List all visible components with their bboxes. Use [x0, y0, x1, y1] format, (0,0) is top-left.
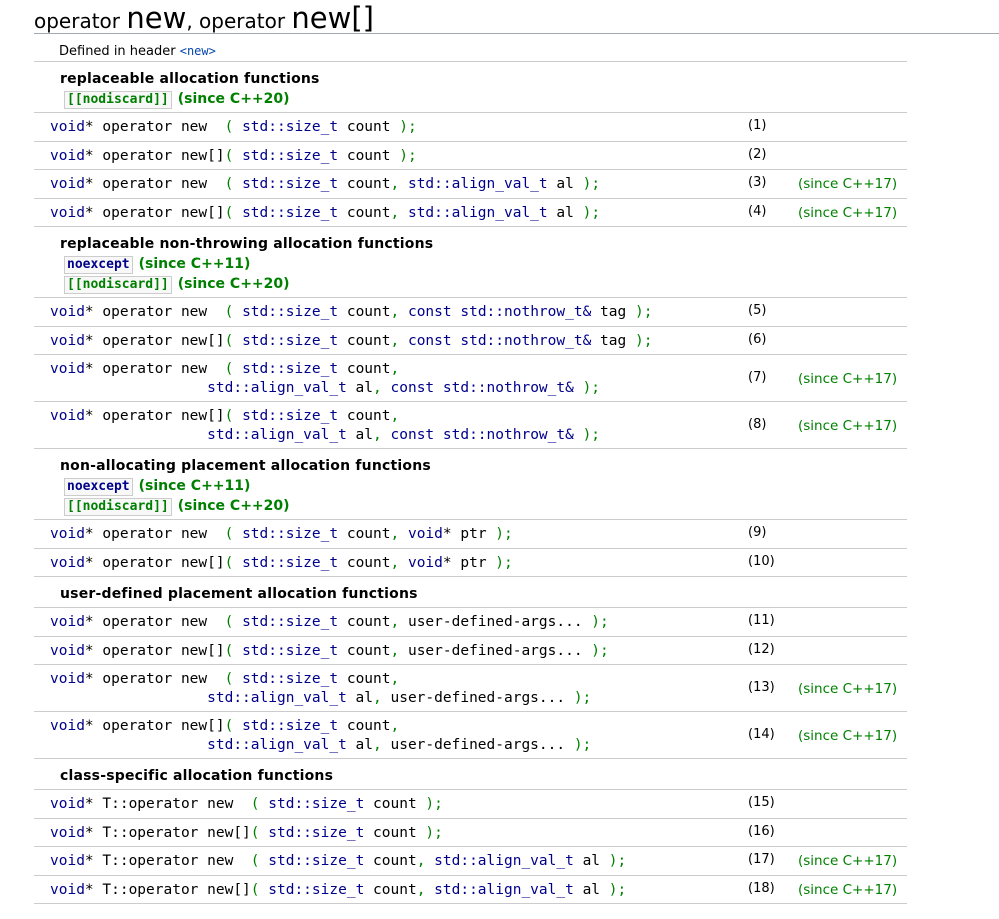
- decl-since: (since C++17): [798, 204, 898, 221]
- decl-number: (7): [748, 370, 767, 385]
- attr-line: [[nodiscard]] (since C++20): [60, 496, 907, 516]
- decl-since: (since C++17): [798, 371, 898, 387]
- decl-number: (6): [748, 331, 767, 347]
- decl-row: void* operator new ( std::size_t count, …: [34, 665, 907, 712]
- decl-code: void* operator new ( std::size_t count )…: [50, 119, 417, 135]
- decl-number: (15): [748, 795, 775, 810]
- attr-line: noexcept (since C++11): [60, 254, 907, 274]
- decl-row: void* operator new[]( std::size_t count,…: [34, 712, 907, 759]
- decl-number: (18): [748, 880, 775, 896]
- decl-row: void* operator new[]( std::size_t count …: [34, 142, 907, 170]
- decl-row: void* operator new ( std::size_t count, …: [34, 298, 907, 327]
- decl-number: (11): [748, 613, 775, 628]
- attr-since: (since C++20): [177, 498, 290, 514]
- title-divider: [34, 33, 999, 34]
- decl-row: void* operator new ( std::size_t count, …: [34, 170, 907, 199]
- decl-number: (4): [748, 203, 767, 219]
- decl-code: void* operator new[]( std::size_t count,…: [50, 642, 609, 659]
- decl-since: (since C++17): [798, 881, 898, 898]
- decl-number: (1): [748, 118, 767, 133]
- decl-number: (12): [748, 641, 775, 657]
- decl-code: void* T::operator new ( std::size_t coun…: [50, 853, 627, 869]
- decl-row: void* operator new[]( std::size_t count,…: [34, 402, 907, 449]
- section-title: replaceable allocation functions: [60, 71, 320, 87]
- attr-nodiscard[interactable]: [[nodiscard]]: [64, 498, 172, 516]
- decl-code: void* operator new ( std::size_t count, …: [50, 304, 653, 320]
- decl-row: void* operator new ( std::size_t count, …: [34, 355, 907, 402]
- decl-since: (since C++17): [798, 176, 898, 192]
- title-part4: new[]: [291, 1, 374, 35]
- attr-line: [[nodiscard]] (since C++20): [60, 89, 907, 109]
- section-replaceable: replaceable allocation functions [[nodis…: [34, 62, 907, 113]
- decl-row: void* operator new ( std::size_t count, …: [34, 608, 907, 637]
- decl-row: void* T::operator new[]( std::size_t cou…: [34, 876, 907, 904]
- decl-row: void* operator new[]( std::size_t count,…: [34, 327, 907, 355]
- decl-code: void* operator new[]( std::size_t count,…: [50, 332, 653, 349]
- decl-row: void* T::operator new[]( std::size_t cou…: [34, 819, 907, 847]
- decl-code: void* operator new[]( std::size_t count,…: [50, 204, 601, 221]
- section-placement: non-allocating placement allocation func…: [34, 449, 907, 520]
- attr-line: noexcept (since C++11): [60, 476, 907, 496]
- decl-row: void* operator new ( std::size_t count )…: [34, 113, 907, 142]
- decl-row: void* operator new[]( std::size_t count,…: [34, 549, 907, 577]
- decl-code: void* operator new ( std::size_t count, …: [50, 671, 592, 706]
- decl-code: void* operator new[]( std::size_t count …: [50, 147, 417, 164]
- decl-number: (16): [748, 823, 775, 839]
- section-class-specific: class-specific allocation functions: [34, 759, 907, 790]
- title-part3: , operator: [186, 9, 292, 33]
- decl-code: void* operator new[]( std::size_t count,…: [50, 554, 513, 571]
- attr-since: (since C++11): [138, 256, 251, 272]
- title-part1: operator: [34, 9, 127, 33]
- decl-number: (17): [748, 852, 775, 867]
- decl-row: void* T::operator new ( std::size_t coun…: [34, 847, 907, 876]
- decl-number: (9): [748, 525, 767, 540]
- attr-nodiscard[interactable]: [[nodiscard]]: [64, 276, 172, 294]
- attr-noexcept[interactable]: noexcept: [64, 256, 133, 274]
- attr-noexcept[interactable]: noexcept: [64, 478, 133, 496]
- section-title: user-defined placement allocation functi…: [60, 586, 418, 602]
- section-non-throwing: replaceable non-throwing allocation func…: [34, 227, 907, 298]
- decl-code: void* operator new ( std::size_t count, …: [50, 176, 601, 192]
- decl-code: void* operator new ( std::size_t count, …: [50, 614, 609, 630]
- decl-since: (since C++17): [798, 853, 898, 869]
- declaration-table: Defined in header <new> replaceable allo…: [34, 41, 907, 904]
- title-part2: new: [126, 1, 187, 35]
- decl-number: (8): [748, 417, 767, 432]
- decl-since: (since C++17): [798, 681, 898, 697]
- decl-code: void* T::operator new ( std::size_t coun…: [50, 796, 443, 812]
- decl-code: void* operator new ( std::size_t count, …: [50, 361, 601, 396]
- attr-since: (since C++20): [177, 91, 290, 107]
- decl-code: void* T::operator new[]( std::size_t cou…: [50, 881, 627, 898]
- decl-number: (3): [748, 175, 767, 190]
- decl-row: void* operator new ( std::size_t count, …: [34, 520, 907, 549]
- page-title: operator new, operator new[]: [34, 0, 374, 41]
- decl-code: void* operator new[]( std::size_t count,…: [50, 408, 601, 443]
- decl-number: (13): [748, 680, 775, 695]
- attr-since: (since C++11): [138, 478, 251, 494]
- decl-code: void* T::operator new[]( std::size_t cou…: [50, 824, 443, 841]
- section-title: non-allocating placement allocation func…: [60, 458, 431, 474]
- section-title: class-specific allocation functions: [60, 768, 334, 784]
- header-label: Defined in header: [59, 44, 180, 59]
- decl-number: (2): [748, 146, 767, 162]
- decl-number: (10): [748, 553, 775, 569]
- decl-code: void* operator new[]( std::size_t count,…: [50, 718, 592, 753]
- decl-row: void* operator new[]( std::size_t count,…: [34, 637, 907, 665]
- decl-code: void* operator new ( std::size_t count, …: [50, 526, 513, 542]
- decl-row: void* T::operator new ( std::size_t coun…: [34, 790, 907, 819]
- section-title: replaceable non-throwing allocation func…: [60, 236, 434, 252]
- attr-nodiscard[interactable]: [[nodiscard]]: [64, 91, 172, 109]
- section-user-defined: user-defined placement allocation functi…: [34, 577, 907, 608]
- attr-since: (since C++20): [177, 276, 290, 292]
- attr-line: [[nodiscard]] (since C++20): [60, 274, 907, 294]
- decl-number: (14): [748, 727, 775, 742]
- decl-since: (since C++17): [798, 728, 898, 744]
- header-link[interactable]: <new>: [180, 44, 216, 58]
- header-row: Defined in header <new>: [34, 41, 907, 62]
- decl-row: void* operator new[]( std::size_t count,…: [34, 199, 907, 227]
- decl-since: (since C++17): [798, 418, 898, 434]
- decl-number: (5): [748, 303, 767, 318]
